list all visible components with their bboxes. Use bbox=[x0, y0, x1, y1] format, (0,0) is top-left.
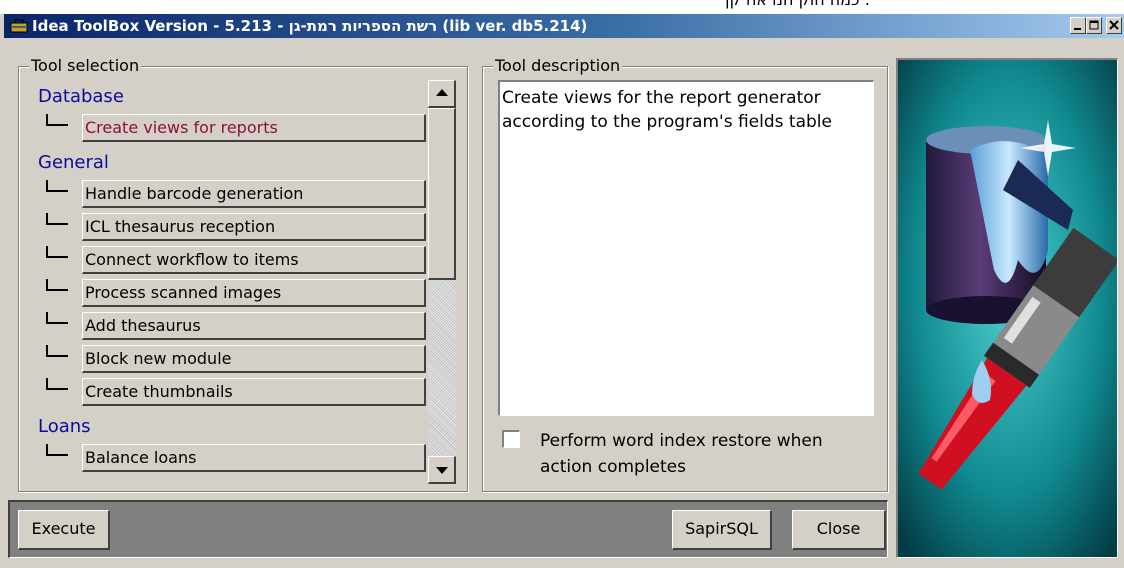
list-scrollbar[interactable] bbox=[428, 80, 456, 484]
title-bar[interactable]: Idea ToolBox Version - 5.213 - רשת הספרי… bbox=[4, 14, 1124, 38]
word-index-restore-checkbox[interactable] bbox=[502, 430, 520, 448]
tool-item-add-thesaurus[interactable]: Add thesaurus bbox=[82, 312, 426, 340]
up-arrow-icon bbox=[436, 89, 448, 96]
top-text-fragment: כמה חוק חנו אח קן : bbox=[0, 0, 1124, 14]
checkbox-label-line: action completes bbox=[540, 457, 686, 477]
minimize-icon bbox=[1074, 28, 1081, 30]
maximize-icon bbox=[1089, 20, 1099, 30]
tree-connector bbox=[46, 213, 68, 225]
down-arrow-icon bbox=[436, 467, 448, 474]
close-window-button[interactable] bbox=[1106, 17, 1122, 34]
paint-bucket-brush-icon bbox=[898, 60, 1117, 557]
scrollbar-thumb[interactable] bbox=[428, 108, 456, 280]
tool-selection-label: Tool selection bbox=[29, 56, 142, 75]
tree-connector bbox=[46, 378, 68, 390]
category-loans: Loans bbox=[38, 416, 91, 437]
tool-list: Database Create views for reports Genera… bbox=[22, 80, 456, 488]
toolbox-illustration bbox=[896, 58, 1118, 558]
tool-item-balance-loans[interactable]: Balance loans bbox=[82, 444, 426, 472]
description-line: Create views for the report generator bbox=[502, 88, 821, 108]
close-icon bbox=[1109, 20, 1119, 30]
category-database: Database bbox=[38, 86, 124, 107]
tree-connector bbox=[46, 444, 68, 456]
scroll-up-button[interactable] bbox=[428, 80, 456, 108]
tool-item-create-views[interactable]: Create views for reports bbox=[82, 114, 426, 142]
tool-item-icl-thesaurus[interactable]: ICL thesaurus reception bbox=[82, 213, 426, 241]
description-line: according to the program's fields table bbox=[502, 112, 832, 132]
tool-item-block-module[interactable]: Block new module bbox=[82, 345, 426, 373]
close-button[interactable]: Close bbox=[792, 510, 886, 550]
tool-item-workflow[interactable]: Connect workflow to items bbox=[82, 246, 426, 274]
category-general: General bbox=[38, 152, 109, 173]
tool-description-label: Tool description bbox=[493, 56, 623, 75]
scrollbar-track[interactable] bbox=[428, 280, 456, 456]
maximize-button[interactable] bbox=[1086, 17, 1102, 34]
tool-item-thumbnails[interactable]: Create thumbnails bbox=[82, 378, 426, 406]
tree-connector bbox=[46, 279, 68, 291]
tree-connector bbox=[46, 312, 68, 324]
description-textbox[interactable]: Create views for the report generator ac… bbox=[498, 80, 874, 416]
tree-connector bbox=[46, 246, 68, 258]
toolbox-app-icon bbox=[10, 19, 28, 33]
tree-connector bbox=[46, 114, 68, 126]
execute-button[interactable]: Execute bbox=[18, 510, 110, 550]
sapirsql-button[interactable]: SapirSQL bbox=[672, 510, 772, 550]
word-index-restore-label[interactable]: Perform word index restore when action c… bbox=[540, 428, 870, 480]
minimize-button[interactable] bbox=[1070, 17, 1086, 34]
tool-item-barcode[interactable]: Handle barcode generation bbox=[82, 180, 426, 208]
tree-connector bbox=[46, 180, 68, 192]
tree-connector bbox=[46, 345, 68, 357]
window-title: Idea ToolBox Version - 5.213 - רשת הספרי… bbox=[32, 17, 588, 35]
checkbox-label-line: Perform word index restore when bbox=[540, 431, 823, 451]
scroll-down-button[interactable] bbox=[428, 456, 456, 484]
tool-item-scanned-images[interactable]: Process scanned images bbox=[82, 279, 426, 307]
